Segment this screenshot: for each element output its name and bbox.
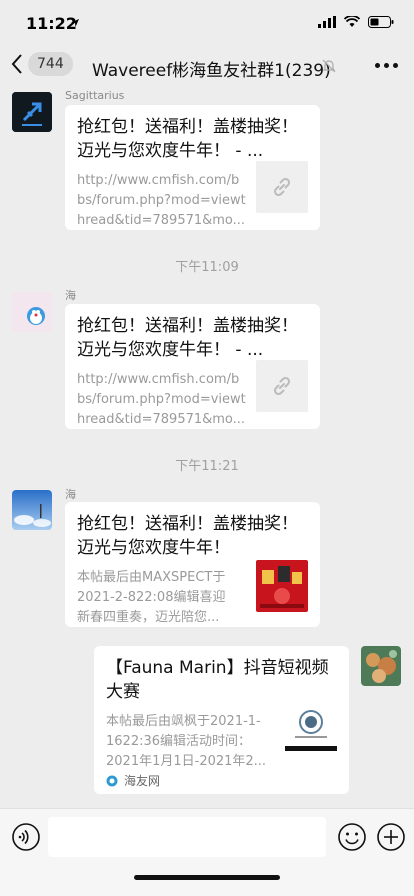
card-description: http://www.cmfish.com/b bs/forum.php?mod… (77, 372, 246, 427)
avatar[interactable] (12, 490, 52, 530)
sender-name: 海 (65, 488, 76, 501)
link-thumbnail (256, 360, 308, 412)
source-logo-icon (106, 775, 118, 786)
home-indicator[interactable] (134, 875, 280, 880)
card-description: http://www.cmfish.com/b bs/forum.php?mod… (77, 173, 246, 228)
timestamp: 下午11:09 (175, 260, 239, 275)
back-button[interactable]: 744 (10, 52, 73, 76)
post-thumbnail (285, 702, 337, 754)
sender-name: 海 (65, 289, 76, 302)
link-card[interactable]: 抢红包！送福利！盖楼抽奖！ 迈光与您欢度牛年！ - ... http://www… (65, 304, 320, 429)
link-source: 海友网 (106, 772, 160, 789)
chat-header: 744 Wavereef彬海鱼友社群1(239) (0, 44, 414, 88)
card-description: 本帖最后由MAXSPECT于 2021-2-822:08编辑喜迎 新春四重奏，迈… (77, 570, 226, 625)
coral-avatar-icon (361, 646, 401, 686)
avatar[interactable] (12, 292, 52, 332)
message-list[interactable]: Sagittarius 抢红包！送福利！盖楼抽奖！ 迈光与您欢度牛年！ - ..… (0, 88, 414, 808)
card-title: 抢红包！送福利！盖楼抽奖！ 迈光与您欢度牛年！ (77, 514, 298, 558)
link-card[interactable]: 抢红包！送福利！盖楼抽奖！ 迈光与您欢度牛年！ - ... http://www… (65, 105, 320, 230)
fauna-marin-logo-icon (285, 702, 337, 754)
link-thumbnail (256, 161, 308, 213)
mute-bell-icon (322, 59, 336, 73)
link-icon (273, 177, 291, 197)
doraemon-avatar-icon (12, 292, 52, 332)
more-options-button[interactable] (375, 56, 398, 68)
chevron-left-icon (11, 54, 22, 74)
wifi-icon (344, 16, 360, 27)
avatar[interactable] (12, 92, 52, 132)
emoji-icon[interactable] (337, 822, 367, 852)
card-description: 本帖最后由飒枫于2021-1- 1622:36编辑活动时间： 2021年1月1日… (106, 714, 267, 769)
input-bar (0, 808, 414, 896)
location-arrow-icon (71, 19, 79, 27)
status-bar: 11:22 (0, 0, 414, 44)
link-card[interactable]: 抢红包！送福利！盖楼抽奖！ 迈光与您欢度牛年！ 本帖最后由MAXSPECT于 2… (65, 502, 320, 627)
message-input[interactable] (48, 817, 326, 857)
battery-icon (368, 16, 394, 28)
post-thumbnail (256, 560, 308, 612)
plus-icon[interactable] (376, 822, 406, 852)
card-title: 抢红包！送福利！盖楼抽奖！ 迈光与您欢度牛年！ - ... (77, 117, 298, 161)
voice-input-icon[interactable] (11, 822, 41, 852)
sagittarius-avatar-icon (12, 92, 52, 132)
card-title: 【Fauna Marin】抖音短视频 大赛 (106, 658, 329, 702)
cellular-signal-icon (318, 16, 336, 28)
card-title: 抢红包！送福利！盖楼抽奖！ 迈光与您欢度牛年！ - ... (77, 316, 298, 360)
link-icon (273, 376, 291, 396)
unread-count-badge: 744 (28, 52, 73, 76)
sky-avatar-icon (12, 490, 52, 530)
sender-name: Sagittarius (65, 89, 125, 102)
timestamp: 下午11:21 (175, 459, 239, 474)
red-packet-image-icon (256, 560, 308, 612)
link-card[interactable]: 【Fauna Marin】抖音短视频 大赛 本帖最后由飒枫于2021-1- 16… (94, 646, 349, 794)
chat-title[interactable]: Wavereef彬海鱼友社群1(239) (92, 56, 331, 81)
my-avatar[interactable] (361, 646, 401, 686)
